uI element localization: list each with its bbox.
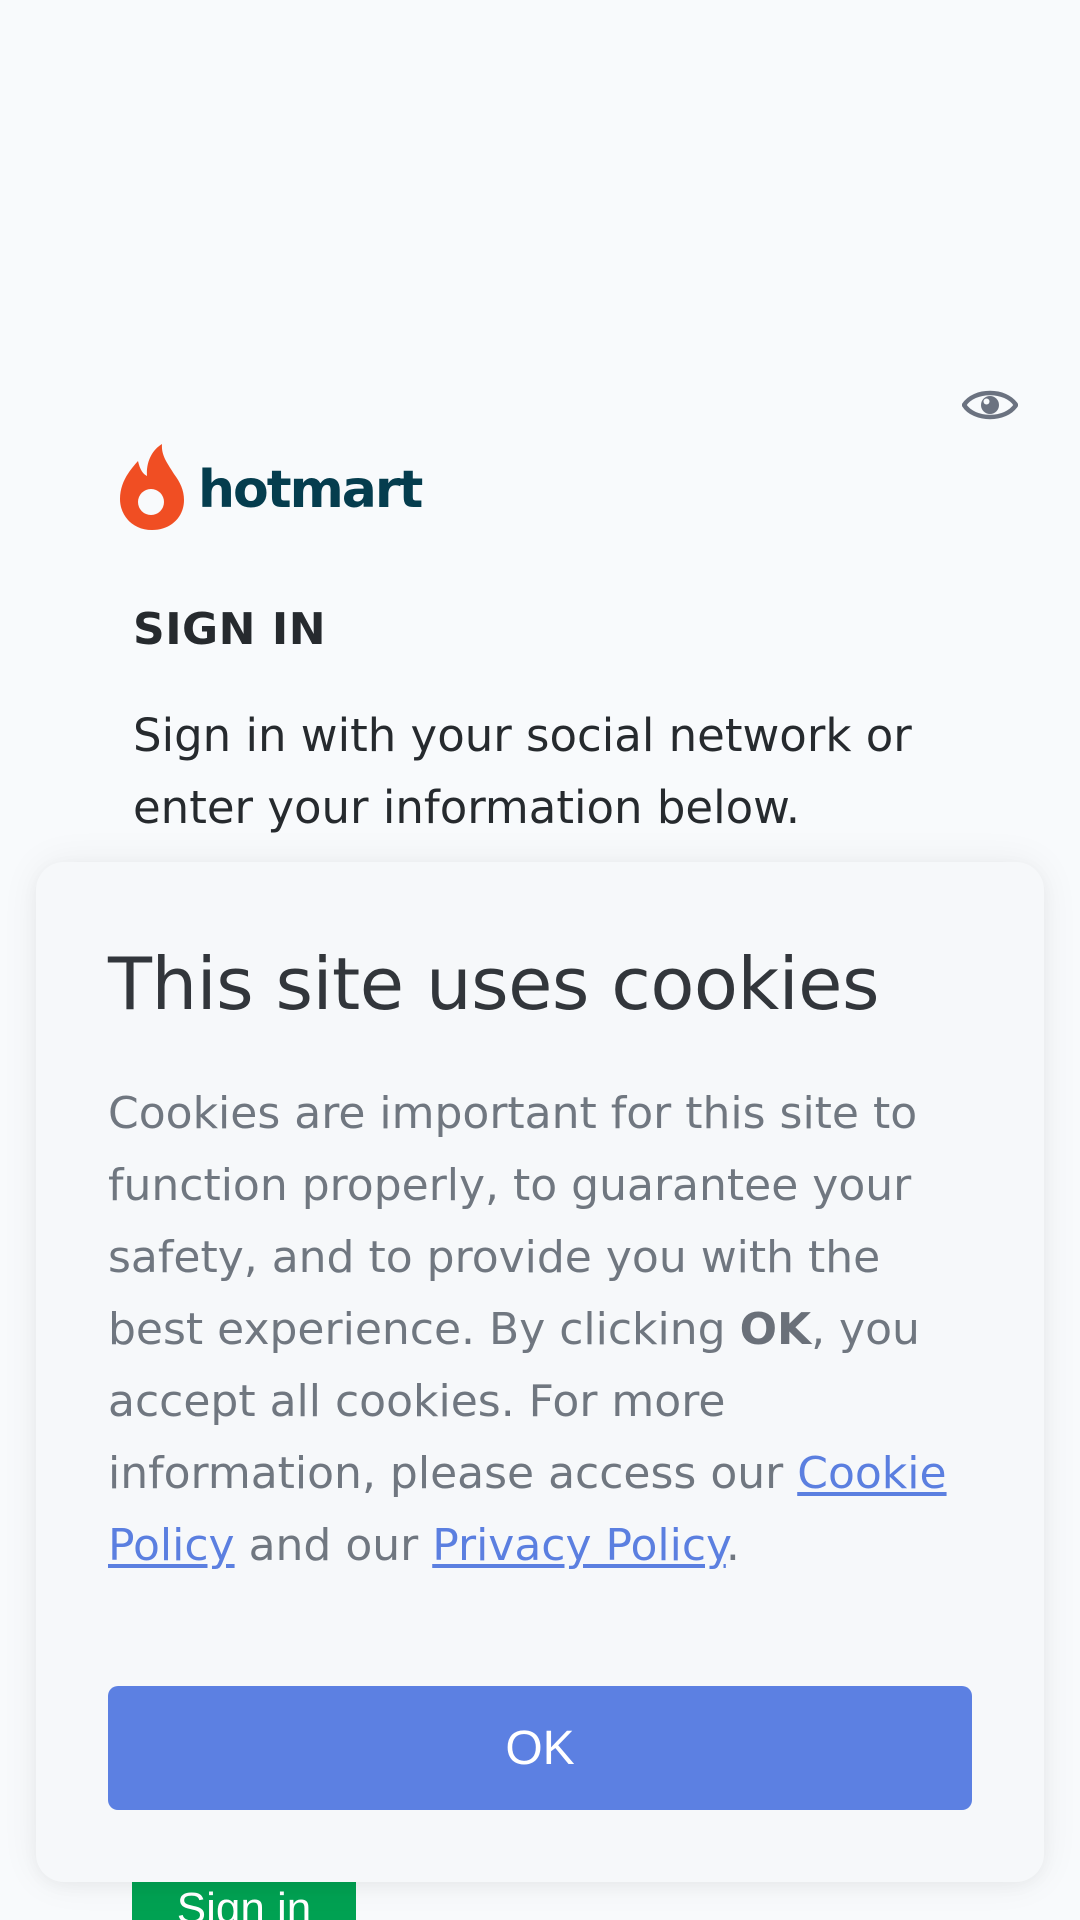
cookie-banner-text: Cookies are important for this site to f… bbox=[108, 1078, 988, 1582]
cookie-banner: This site uses cookies Cookies are impor… bbox=[36, 862, 1044, 1882]
eye-icon[interactable] bbox=[960, 380, 1020, 430]
hotmart-flame-icon bbox=[120, 444, 184, 530]
brand-name: hotmart bbox=[198, 460, 423, 520]
signin-description: Sign in with your social network or ente… bbox=[133, 709, 912, 834]
ok-button[interactable]: OK bbox=[108, 1686, 972, 1810]
cookie-text-part3: and our bbox=[234, 1520, 433, 1571]
hotmart-logo: hotmart bbox=[118, 442, 423, 534]
page-title: SIGN IN bbox=[133, 604, 327, 655]
privacy-policy-link[interactable]: Privacy Policy bbox=[432, 1520, 726, 1571]
login-page: hotmart SIGN IN Sign in with your social… bbox=[0, 0, 1080, 1920]
cookie-text-ok-bold: OK bbox=[739, 1304, 812, 1355]
cookie-banner-title: This site uses cookies bbox=[108, 942, 879, 1026]
cookie-text-part4: . bbox=[725, 1520, 740, 1571]
